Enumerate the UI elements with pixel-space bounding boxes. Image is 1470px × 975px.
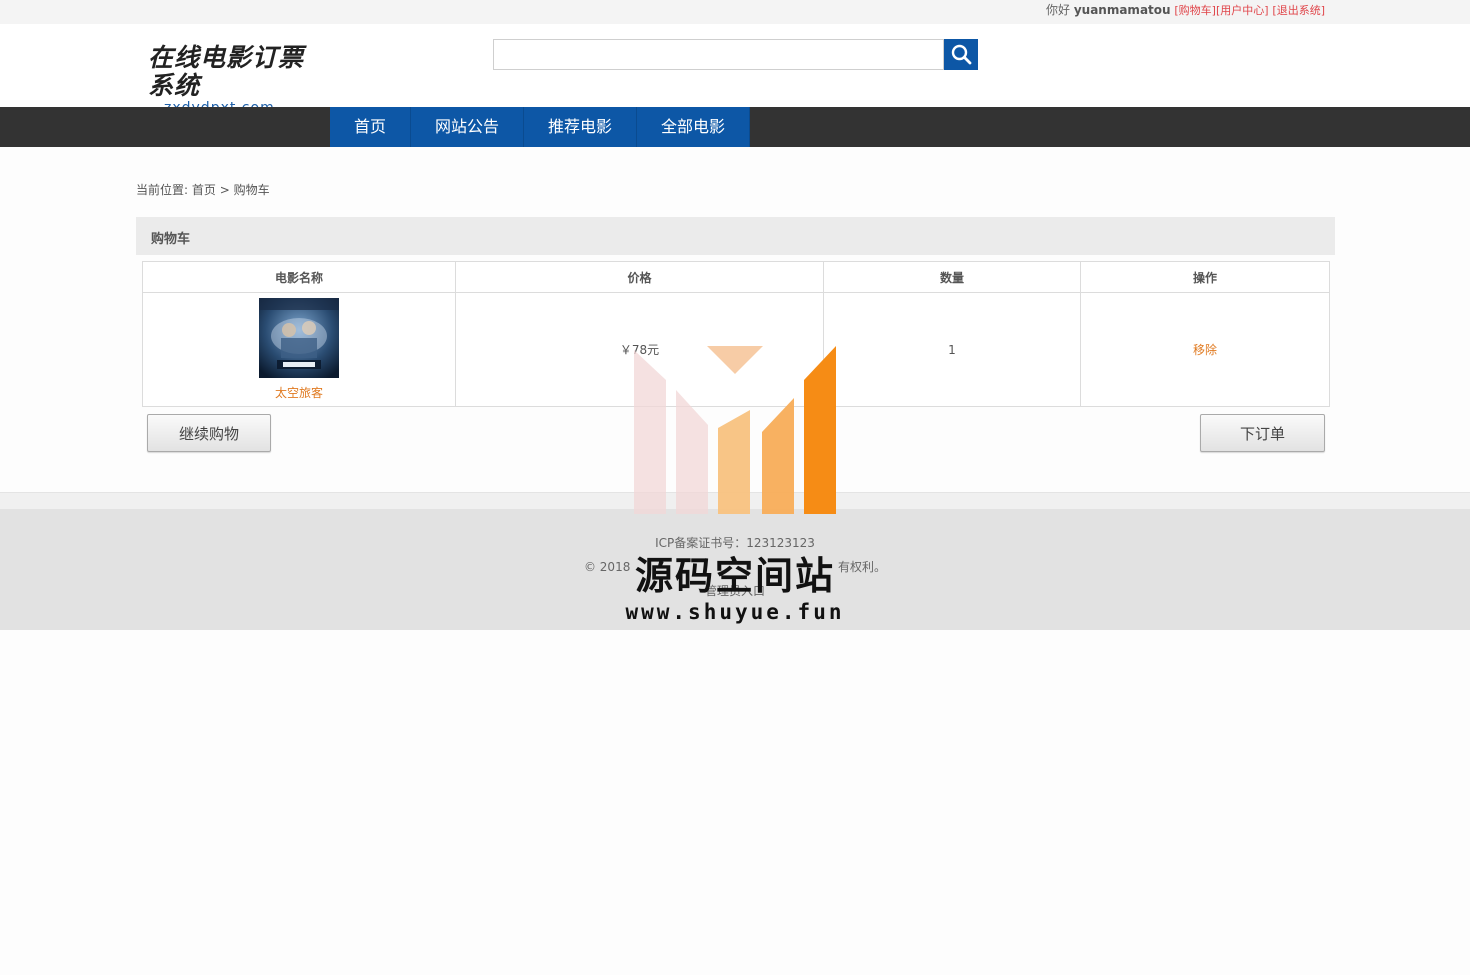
breadcrumb: 当前位置: 首页 > 购物车 [136,181,270,198]
site-logo[interactable]: 在线电影订票系统 zxdydpxt.com [148,44,318,117]
logo-title: 在线电影订票系统 [148,43,305,100]
nav-item-recommended[interactable]: 推荐电影 [524,107,638,147]
movie-cell: 太空旅客 [142,292,456,407]
cart-title: 购物车 [151,232,191,247]
table-row: 太空旅客 ￥78元 1 移除 [142,292,1330,407]
column-header-name: 电影名称 [142,261,456,293]
remove-link[interactable]: 移除 [1193,343,1217,357]
cart-header-row: 电影名称 价格 数量 操作 [142,261,1330,293]
search-input[interactable] [493,39,944,70]
nav-item-all-movies[interactable]: 全部电影 [637,107,751,147]
breadcrumb-prefix: 当前位置: [136,183,189,197]
nav-item-announcements[interactable]: 网站公告 [411,107,525,147]
breadcrumb-current: 购物车 [233,183,270,197]
cart-table: 电影名称 价格 数量 操作 太空旅客 ￥78元 1 移除 [142,261,1330,407]
greeting-text: 你好 [1045,3,1070,17]
top-bar: 你好 yuanmamatou [购物车][用户中心] [退出系统] [0,0,1470,24]
main-nav: 首页 网站公告 推荐电影 全部电影 [0,107,1470,147]
username: yuanmamatou [1073,3,1171,17]
watermark-url: www.shuyue.fun [625,600,845,624]
column-header-quantity: 数量 [823,261,1081,293]
movie-name-link[interactable]: 太空旅客 [144,384,454,401]
search-icon [951,44,972,65]
column-header-action: 操作 [1080,261,1330,293]
column-header-price: 价格 [455,261,824,293]
action-cell: 移除 [1080,292,1330,407]
quantity-cell: 1 [823,292,1081,407]
search-button[interactable] [944,39,978,70]
place-order-button[interactable]: 下订单 [1200,414,1325,452]
logout-link[interactable]: [退出系统] [1272,4,1325,17]
user-center-link[interactable]: [用户中心] [1216,4,1269,17]
watermark-text: 源码空间站 [634,554,835,598]
search-bar [493,39,978,70]
movie-poster[interactable] [259,298,339,378]
nav-item-home[interactable]: 首页 [330,107,412,147]
price-cell: ￥78元 [455,292,824,407]
breadcrumb-separator: > [219,183,230,197]
header: 在线电影订票系统 zxdydpxt.com [0,24,1470,117]
breadcrumb-home[interactable]: 首页 [192,183,216,197]
continue-shopping-button[interactable]: 继续购物 [147,414,271,452]
user-info: 你好 yuanmamatou [购物车][用户中心] [退出系统] [1046,1,1325,18]
cart-link[interactable]: [购物车] [1174,4,1216,17]
footer-divider [0,492,1470,509]
cart-panel-header: 购物车 [136,217,1335,255]
